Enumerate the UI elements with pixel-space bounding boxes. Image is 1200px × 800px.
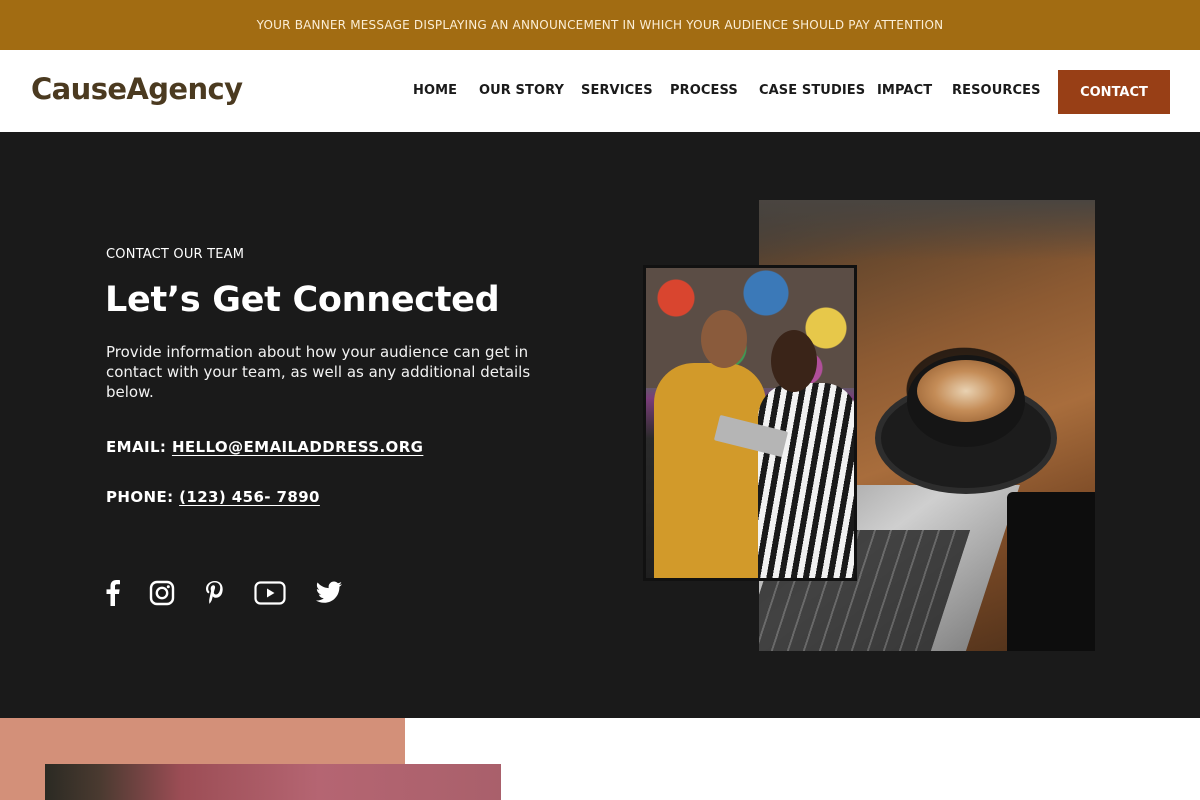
phone-link[interactable]: (123) 456- 7890 (179, 488, 320, 506)
nav-resources[interactable]: RESOURCES (952, 83, 1041, 98)
twitter-icon[interactable] (314, 580, 344, 606)
email-line: EMAIL: HELLO@EMAILADDRESS.ORG (106, 438, 423, 456)
facebook-icon[interactable] (98, 580, 128, 606)
nav-our-story[interactable]: OUR STORY (479, 83, 564, 98)
youtube-icon[interactable] (253, 580, 287, 606)
instagram-icon[interactable] (147, 580, 177, 606)
pinterest-icon[interactable] (200, 580, 230, 606)
hero-description: Provide information about how your audie… (106, 343, 531, 401)
team-photo (643, 265, 857, 581)
eyebrow-label: CONTACT OUR TEAM (106, 247, 245, 262)
email-link[interactable]: HELLO@EMAILADDRESS.ORG (172, 438, 423, 456)
banner-text: YOUR BANNER MESSAGE DISPLAYING AN ANNOUN… (256, 18, 944, 32)
nav-home[interactable]: HOME (413, 83, 457, 98)
contact-button[interactable]: CONTACT (1058, 70, 1170, 114)
phone-line: PHONE: (123) 456- 7890 (106, 488, 320, 506)
nav-process[interactable]: PROCESS (670, 83, 738, 98)
announcement-banner: YOUR BANNER MESSAGE DISPLAYING AN ANNOUN… (0, 0, 1200, 50)
nav-impact[interactable]: IMPACT (877, 83, 932, 98)
nav-case-studies[interactable]: CASE STUDIES (759, 83, 865, 98)
main-nav: HOME OUR STORY SERVICES PROCESS CASE STU… (0, 83, 1200, 101)
site-header: CauseAgency HOME OUR STORY SERVICES PROC… (0, 50, 1200, 132)
page-title: Let’s Get Connected (105, 280, 500, 320)
contact-hero: CONTACT OUR TEAM Let’s Get Connected Pro… (0, 132, 1200, 718)
bottom-photo (45, 764, 501, 800)
email-label: EMAIL: (106, 438, 167, 456)
nav-services[interactable]: SERVICES (581, 83, 653, 98)
phone-label: PHONE: (106, 488, 174, 506)
